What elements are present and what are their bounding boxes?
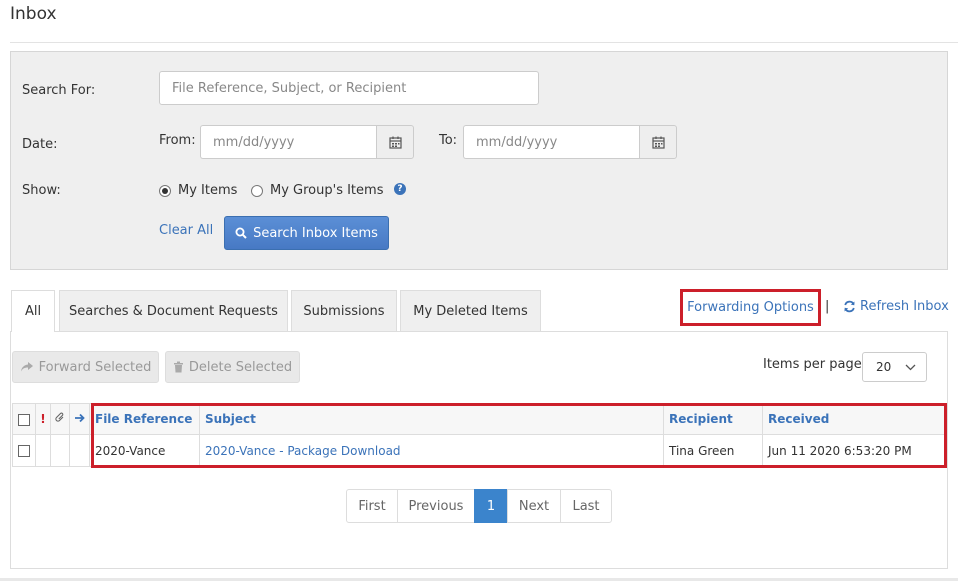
received-cell: Jun 11 2020 6:53:20 PM [762, 434, 946, 467]
row-select-cell [12, 434, 36, 467]
radio-my-items[interactable]: My Items [159, 183, 237, 198]
clear-all-link[interactable]: Clear All [159, 223, 213, 238]
column-header-subject[interactable]: Subject [199, 403, 664, 435]
calendar-icon [388, 136, 402, 149]
from-date-group [200, 125, 414, 159]
page-title: Inbox [10, 4, 57, 24]
forwarded-cell [69, 434, 90, 467]
select-all-checkbox[interactable] [18, 413, 30, 426]
column-header-received[interactable]: Received [762, 403, 946, 435]
column-header-file-reference[interactable]: File Reference [89, 403, 200, 435]
table-row[interactable]: 2020-Vance 2020-Vance - Package Download… [12, 434, 946, 467]
chevron-down-icon [905, 364, 916, 370]
attachment-cell [50, 434, 70, 467]
forwarded-header [69, 403, 90, 435]
page-previous-button[interactable]: Previous [397, 489, 475, 523]
row-checkbox[interactable] [18, 445, 30, 457]
radio-button [251, 184, 263, 197]
to-calendar-button[interactable] [639, 125, 677, 159]
subject-cell: 2020-Vance - Package Download [199, 434, 664, 467]
priority-cell [35, 434, 51, 467]
show-label: Show: [22, 183, 61, 198]
tab-searches-document-requests[interactable]: Searches & Document Requests [59, 290, 288, 331]
page-last-button[interactable]: Last [560, 489, 612, 523]
tab-submissions[interactable]: Submissions [291, 290, 397, 331]
to-date-input[interactable] [463, 125, 639, 159]
date-label: Date: [22, 137, 58, 152]
recipient-cell: Tina Green [663, 434, 763, 467]
items-per-page-label: Items per page [763, 357, 862, 372]
priority-header: ! [35, 403, 51, 435]
arrow-right-icon [75, 413, 85, 423]
items-per-page-value: 20 [876, 360, 892, 374]
inbox-table: ! File Reference Subject Recipient Recei… [12, 403, 946, 467]
page-current-button[interactable]: 1 [474, 489, 508, 523]
pagination: First Previous 1 Next Last [346, 489, 612, 523]
page-next-button[interactable]: Next [507, 489, 561, 523]
radio-my-items-label: My Items [178, 183, 238, 198]
help-icon[interactable]: ? [394, 183, 406, 195]
subject-link[interactable]: 2020-Vance - Package Download [205, 444, 401, 458]
forward-selected-label: Forward Selected [38, 359, 152, 375]
column-header-recipient[interactable]: Recipient [663, 403, 763, 435]
forward-selected-button[interactable]: Forward Selected [12, 351, 159, 383]
paperclip-icon [55, 412, 64, 422]
items-per-page-select[interactable]: 20 [862, 352, 927, 382]
table-header-row: ! File Reference Subject Recipient Recei… [12, 403, 946, 435]
search-icon [235, 227, 247, 239]
attachment-header [50, 403, 70, 435]
tab-all[interactable]: All [11, 290, 55, 332]
radio-my-groups-items[interactable]: My Group's Items [251, 183, 383, 198]
search-panel: Search For: Date: From: To: [10, 51, 948, 270]
delete-selected-label: Delete Selected [188, 359, 293, 375]
forwarding-options-link[interactable]: Forwarding Options [680, 289, 821, 326]
link-separator: | [825, 299, 830, 314]
from-date-input[interactable] [200, 125, 376, 159]
refresh-inbox-label: Refresh Inbox [860, 299, 949, 314]
from-calendar-button[interactable] [376, 125, 414, 159]
radio-button-selected [159, 184, 171, 197]
page-first-button[interactable]: First [346, 489, 398, 523]
search-input[interactable] [159, 71, 539, 105]
share-icon [20, 362, 33, 372]
search-for-label: Search For: [22, 83, 96, 98]
file-reference-cell: 2020-Vance [89, 434, 200, 467]
calendar-icon [651, 136, 665, 149]
to-label: To: [439, 133, 458, 148]
delete-selected-button[interactable]: Delete Selected [165, 351, 300, 383]
to-date-group [463, 125, 677, 159]
search-inbox-button[interactable]: Search Inbox Items [224, 216, 389, 250]
title-divider [10, 42, 958, 43]
radio-my-groups-items-label: My Group's Items [270, 183, 384, 198]
trash-icon [173, 361, 183, 373]
select-all-cell [12, 403, 36, 435]
refresh-inbox-link[interactable]: Refresh Inbox [843, 299, 949, 314]
tab-my-deleted-items[interactable]: My Deleted Items [400, 290, 541, 331]
search-inbox-button-label: Search Inbox Items [253, 225, 378, 241]
from-label: From: [159, 133, 196, 148]
refresh-icon [844, 300, 855, 313]
